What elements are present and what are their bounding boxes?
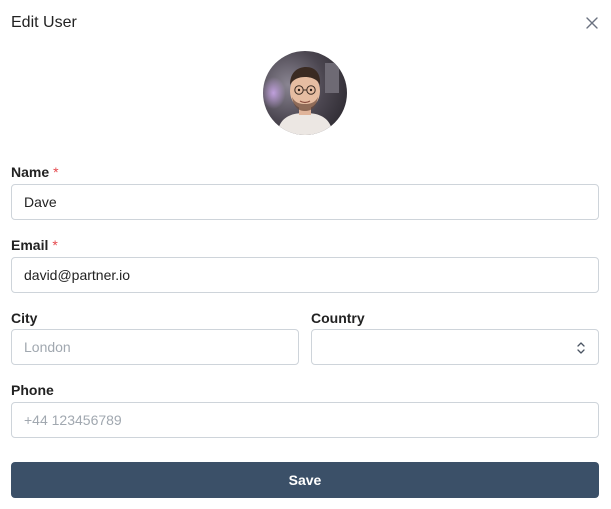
name-label-text: Name <box>11 164 50 180</box>
email-required-mark: * <box>52 237 58 253</box>
city-label: City <box>11 310 38 326</box>
phone-input[interactable] <box>11 402 599 438</box>
save-button[interactable]: Save <box>11 462 599 498</box>
avatar-photo <box>263 51 347 135</box>
city-input[interactable] <box>11 329 299 365</box>
country-select[interactable] <box>311 329 599 365</box>
email-label-text: Email <box>11 237 49 253</box>
email-input[interactable] <box>11 257 599 293</box>
chevron-up-down-icon <box>577 342 585 354</box>
name-input[interactable] <box>11 184 599 220</box>
user-avatar <box>263 51 347 135</box>
country-label: Country <box>311 310 365 326</box>
modal-title: Edit User <box>11 14 77 31</box>
close-icon[interactable] <box>584 15 600 31</box>
email-label: Email * <box>11 237 58 253</box>
phone-label: Phone <box>11 382 54 398</box>
edit-user-modal: Edit User Name * Dave Email * david@part… <box>0 0 611 509</box>
name-label: Name * <box>11 164 59 180</box>
name-required-mark: * <box>53 164 59 180</box>
